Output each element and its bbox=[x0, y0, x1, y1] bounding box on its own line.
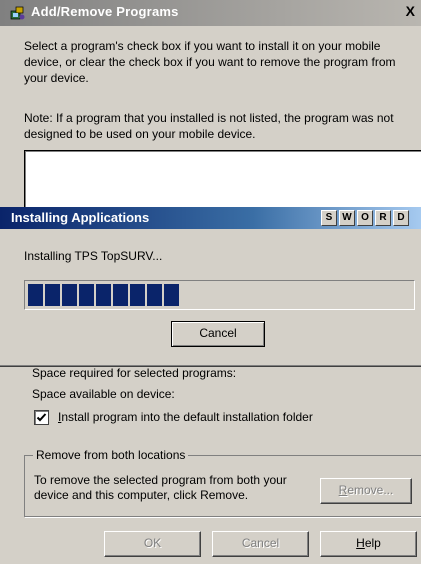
window-title: Add/Remove Programs bbox=[31, 4, 179, 19]
progress-block bbox=[130, 284, 145, 306]
install-default-folder-checkbox[interactable] bbox=[34, 410, 49, 425]
installing-title-bar: Installing Applications SWORD bbox=[0, 207, 421, 229]
close-button[interactable]: X bbox=[406, 3, 415, 19]
sword-toolbar: SWORD bbox=[321, 210, 411, 226]
space-available-label: Space available on device: bbox=[32, 387, 175, 401]
installing-cancel-button[interactable]: Cancel bbox=[171, 321, 265, 347]
remove-button[interactable]: Remove... bbox=[320, 478, 412, 504]
progress-block bbox=[45, 284, 60, 306]
installing-status-text: Installing TPS TopSURV... bbox=[24, 249, 163, 263]
program-list[interactable] bbox=[24, 150, 421, 214]
title-bar: Add/Remove Programs X bbox=[0, 0, 421, 26]
progress-block bbox=[79, 284, 94, 306]
installing-applications-window: Installing Applications SWORD Installing… bbox=[0, 207, 421, 366]
sword-button-o[interactable]: O bbox=[357, 210, 373, 226]
cancel-button[interactable]: Cancel bbox=[212, 531, 309, 557]
add-remove-programs-icon bbox=[10, 5, 26, 21]
sword-button-w[interactable]: W bbox=[339, 210, 355, 226]
sword-button-s[interactable]: S bbox=[321, 210, 337, 226]
install-progress-bar bbox=[24, 280, 415, 310]
installing-title: Installing Applications bbox=[11, 210, 150, 225]
sword-button-r[interactable]: R bbox=[375, 210, 391, 226]
install-default-folder-label: Install program into the default install… bbox=[58, 410, 313, 424]
progress-block bbox=[113, 284, 128, 306]
remove-instructions: To remove the selected program from both… bbox=[34, 473, 287, 502]
sword-button-d[interactable]: D bbox=[393, 210, 409, 226]
checkmark-icon bbox=[36, 413, 47, 422]
progress-block bbox=[28, 284, 43, 306]
progress-block bbox=[147, 284, 162, 306]
progress-block bbox=[96, 284, 111, 306]
space-required-label: Space required for selected programs: bbox=[32, 366, 237, 380]
remove-group-legend: Remove from both locations bbox=[33, 448, 189, 462]
progress-fill bbox=[28, 284, 179, 306]
ok-button[interactable]: OK bbox=[104, 531, 201, 557]
progress-block bbox=[62, 284, 77, 306]
help-button[interactable]: Help bbox=[320, 531, 417, 557]
note-text: Note: If a program that you installed is… bbox=[24, 111, 394, 141]
instructions-text: Select a program's check box if you want… bbox=[24, 39, 396, 85]
progress-block bbox=[164, 284, 179, 306]
